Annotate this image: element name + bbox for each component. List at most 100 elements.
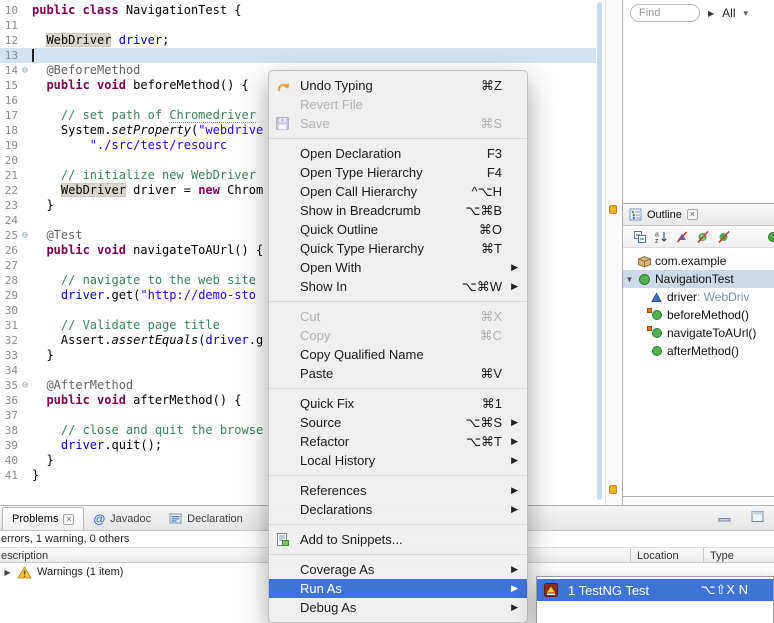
column-divider[interactable] bbox=[703, 548, 704, 562]
maximize-icon[interactable] bbox=[751, 511, 764, 522]
fold-gutter bbox=[18, 3, 32, 18]
menu-item-declarations[interactable]: Declarations▶ bbox=[269, 500, 527, 519]
decl-icon bbox=[169, 512, 182, 525]
menu-item-source[interactable]: Source⌥⌘S▶ bbox=[269, 413, 527, 432]
menu-item-debug-as[interactable]: Debug As▶ bbox=[269, 598, 527, 617]
fold-gutter bbox=[18, 18, 32, 33]
tab-label: Javadoc bbox=[110, 513, 151, 525]
line-number: 20 bbox=[0, 153, 18, 168]
menu-item-quick-fix[interactable]: Quick Fix⌘1 bbox=[269, 394, 527, 413]
menu-item-copy-qualified-name[interactable]: Copy Qualified Name bbox=[269, 345, 527, 364]
outline-item-beforemethod[interactable]: beforeMethod() bbox=[623, 306, 774, 324]
testng-icon bbox=[544, 583, 568, 597]
menu-item-1-testng-test[interactable]: 1 TestNG Test⌥⇧X N bbox=[537, 579, 773, 601]
column-header-escription[interactable]: escription bbox=[1, 549, 48, 563]
menu-item-label: Source bbox=[300, 415, 465, 430]
menu-item-add-to-snippets[interactable]: Add to Snippets... bbox=[269, 530, 527, 549]
hide-static-icon[interactable]: S bbox=[696, 230, 710, 244]
outline-item-driver[interactable]: driver : WebDriv bbox=[623, 288, 774, 306]
outline-item-navigatetoaurl[interactable]: navigateToAUrl() bbox=[623, 324, 774, 342]
menu-item-show-in-breadcrumb[interactable]: Show in Breadcrumb⌥⌘B bbox=[269, 201, 527, 220]
menu-item-label: Debug As bbox=[300, 600, 502, 615]
outline-item-aftermethod[interactable]: afterMethod() bbox=[623, 342, 774, 360]
column-divider[interactable] bbox=[630, 548, 631, 562]
code-text: public class NavigationTest { bbox=[32, 3, 596, 18]
fold-gutter bbox=[18, 258, 32, 273]
close-icon[interactable]: × bbox=[687, 209, 698, 220]
menu-shortcut: ⌥⌘B bbox=[465, 203, 502, 219]
code-line-12[interactable]: 12 WebDriver driver; bbox=[0, 33, 596, 48]
tab-problems[interactable]: Problems × bbox=[2, 507, 84, 530]
find-input[interactable] bbox=[630, 4, 700, 22]
line-number: 16 bbox=[0, 93, 18, 108]
menu-item-coverage-as[interactable]: Coverage As▶ bbox=[269, 560, 527, 579]
hide-fields-icon[interactable] bbox=[675, 230, 689, 244]
menu-item-run-as[interactable]: Run As▶ bbox=[269, 579, 527, 598]
outline-tab-bar: Outline × bbox=[623, 204, 774, 226]
sort-icon[interactable]: az bbox=[654, 230, 668, 244]
line-number: 38 bbox=[0, 423, 18, 438]
warning-marker[interactable] bbox=[609, 205, 617, 214]
menu-shortcut: ⌘O bbox=[479, 222, 502, 238]
tab-outline[interactable]: Outline bbox=[647, 209, 682, 221]
expand-arrow-icon[interactable]: ▶ bbox=[3, 568, 12, 577]
warning-marker[interactable] bbox=[609, 485, 617, 494]
line-number: 17 bbox=[0, 108, 18, 123]
menu-item-label: Quick Outline bbox=[300, 222, 479, 237]
menu-item-revert-file[interactable]: Revert File bbox=[269, 95, 527, 114]
menu-item-cut[interactable]: Cut⌘X bbox=[269, 307, 527, 326]
outline-item-label: driver bbox=[665, 290, 697, 304]
outline-item-com-example[interactable]: com.example bbox=[623, 252, 774, 270]
menu-item-copy[interactable]: Copy⌘C bbox=[269, 326, 527, 345]
fold-collapse-icon[interactable]: ⊖ bbox=[18, 378, 32, 393]
column-header-location[interactable]: Location bbox=[637, 549, 679, 563]
code-line-13[interactable]: 13 bbox=[0, 48, 596, 63]
menu-item-local-history[interactable]: Local History▶ bbox=[269, 451, 527, 470]
fold-collapse-icon[interactable]: ⊖ bbox=[18, 63, 32, 78]
code-line-10[interactable]: 10public class NavigationTest { bbox=[0, 3, 596, 18]
tab-declaration[interactable]: Declaration bbox=[160, 507, 252, 530]
line-number: 21 bbox=[0, 168, 18, 183]
menu-item-label: Undo Typing bbox=[300, 78, 481, 93]
menu-item-show-in[interactable]: Show In⌥⌘W▶ bbox=[269, 277, 527, 296]
menu-item-open-declaration[interactable]: Open DeclarationF3 bbox=[269, 144, 527, 163]
fold-collapse-icon[interactable]: ⊖ bbox=[18, 228, 32, 243]
tree-expand-icon[interactable]: ▼ bbox=[623, 275, 636, 284]
collapse-all-icon[interactable] bbox=[633, 230, 647, 244]
find-all-label[interactable]: All bbox=[722, 6, 735, 20]
hide-local-types-icon[interactable] bbox=[766, 230, 774, 244]
submenu-arrow-icon: ▶ bbox=[508, 564, 518, 575]
close-icon[interactable]: × bbox=[63, 514, 74, 525]
tab-javadoc[interactable]: @Javadoc bbox=[84, 507, 160, 530]
menu-item-save[interactable]: Save⌘S bbox=[269, 114, 527, 133]
menu-item-open-call-hierarchy[interactable]: Open Call Hierarchy^⌥H bbox=[269, 182, 527, 201]
outline-item-label: afterMethod() bbox=[665, 344, 739, 358]
menu-shortcut: ⌘S bbox=[480, 116, 502, 132]
fold-gutter bbox=[18, 408, 32, 423]
menu-separator bbox=[269, 475, 527, 476]
editor-scrollbar[interactable] bbox=[597, 2, 602, 500]
fold-gutter bbox=[18, 168, 32, 183]
menu-item-quick-type-hierarchy[interactable]: Quick Type Hierarchy⌘T bbox=[269, 239, 527, 258]
menu-item-paste[interactable]: Paste⌘V bbox=[269, 364, 527, 383]
menu-item-refactor[interactable]: Refactor⌥⌘T▶ bbox=[269, 432, 527, 451]
fold-gutter bbox=[18, 48, 32, 63]
menu-shortcut: ⌘Z bbox=[481, 78, 502, 94]
menu-item-undo-typing[interactable]: Undo Typing⌘Z bbox=[269, 76, 527, 95]
find-bar: ▶ All ▾ bbox=[630, 3, 748, 23]
menu-item-references[interactable]: References▶ bbox=[269, 481, 527, 500]
menu-item-open-type-hierarchy[interactable]: Open Type HierarchyF4 bbox=[269, 163, 527, 182]
line-number: 37 bbox=[0, 408, 18, 423]
menu-item-open-with[interactable]: Open With▶ bbox=[269, 258, 527, 277]
menu-item-quick-outline[interactable]: Quick Outline⌘O bbox=[269, 220, 527, 239]
chevron-down-icon[interactable]: ▾ bbox=[744, 8, 749, 19]
outline-item-navigationtest[interactable]: ▼NavigationTest bbox=[623, 270, 774, 288]
code-line-11[interactable]: 11 bbox=[0, 18, 596, 33]
column-header-type[interactable]: Type bbox=[710, 549, 734, 563]
play-icon[interactable]: ▶ bbox=[708, 9, 714, 18]
tab-label: Problems bbox=[12, 513, 58, 525]
hide-nonpublic-icon[interactable] bbox=[717, 230, 731, 244]
minimize-icon[interactable] bbox=[718, 511, 731, 522]
fold-gutter bbox=[18, 303, 32, 318]
submenu-arrow-icon: ▶ bbox=[508, 455, 518, 466]
